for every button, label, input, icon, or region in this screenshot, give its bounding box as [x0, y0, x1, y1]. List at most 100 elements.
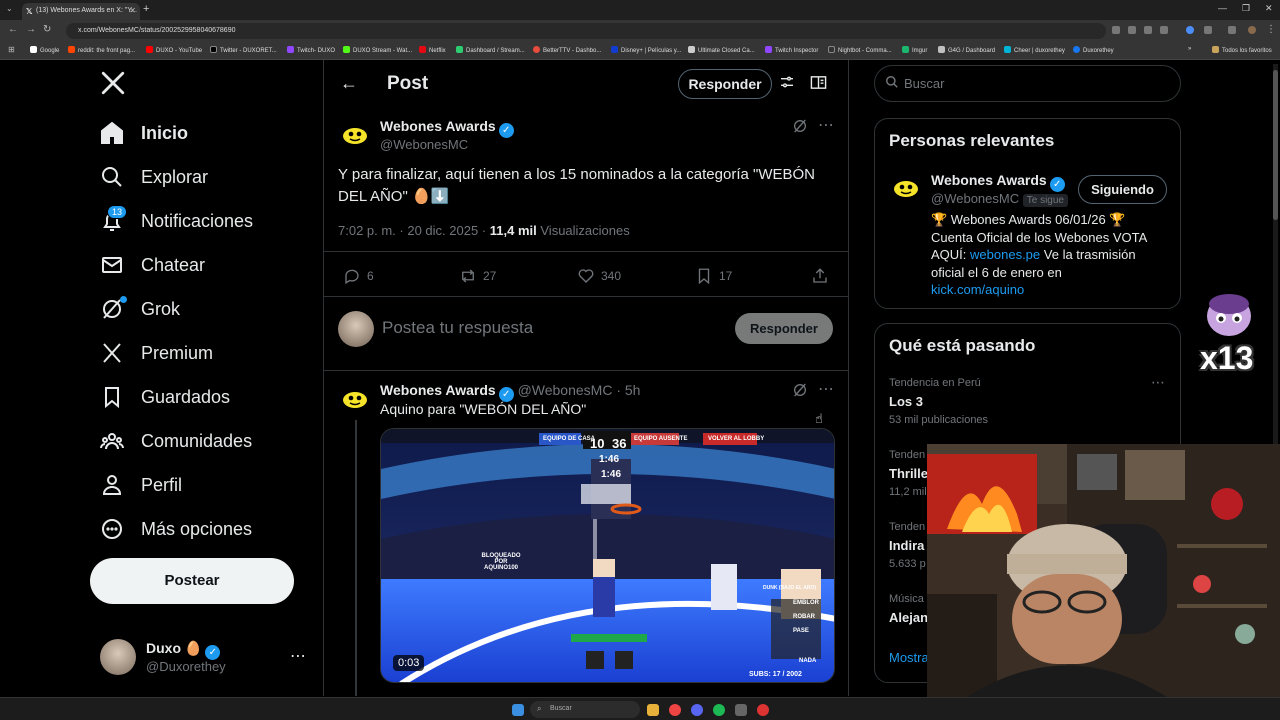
- reply-more-icon[interactable]: ⋯: [818, 379, 834, 399]
- discord-icon[interactable]: [691, 704, 703, 716]
- nav-explore[interactable]: Explorar: [100, 157, 208, 197]
- maximize-icon[interactable]: ❐: [1242, 3, 1250, 14]
- extension-icon[interactable]: [1186, 26, 1194, 34]
- chrome-icon[interactable]: [669, 704, 681, 716]
- taskbar-search-input[interactable]: ⌕ Buscar: [530, 701, 640, 718]
- trend-item[interactable]: Tendencia en Perú Los 3 53 mil publicaci…: [875, 374, 1180, 434]
- nav-profile[interactable]: Perfil: [100, 465, 182, 505]
- sidebar-icon[interactable]: [1228, 26, 1236, 34]
- author-name-link[interactable]: Webones Awards ✓: [380, 118, 514, 138]
- app-icon[interactable]: [735, 704, 747, 716]
- zoom-icon[interactable]: [1144, 26, 1152, 34]
- extension-icon[interactable]: [1112, 26, 1120, 34]
- tab-close-icon[interactable]: ✕: [129, 6, 136, 15]
- nav-more-options[interactable]: Más opciones: [100, 509, 252, 549]
- extensions-puzzle-icon[interactable]: [1204, 26, 1212, 34]
- file-explorer-icon[interactable]: [647, 704, 659, 716]
- show-more-link[interactable]: Mostra: [889, 650, 929, 665]
- url-field[interactable]: x.com/WebonesMC/status/20025299580406786…: [66, 23, 1106, 39]
- bookmarks-overflow-icon[interactable]: »: [1188, 46, 1191, 52]
- bookmark-item[interactable]: Twitch- DUXO: [287, 46, 335, 54]
- bookmark-item[interactable]: Nightbot - Comma...: [828, 46, 892, 54]
- relevant-handle[interactable]: @WebonesMC: [931, 191, 1019, 206]
- avatar[interactable]: [100, 639, 136, 675]
- account-more-icon[interactable]: ⋯: [290, 646, 306, 666]
- filter-sliders-icon[interactable]: [779, 74, 795, 95]
- bookmark-item[interactable]: Cheer | duxorethey: [1004, 46, 1065, 54]
- nav-premium[interactable]: Premium: [100, 333, 213, 373]
- bookmark-item[interactable]: BetterTTV - Dashbo...: [533, 46, 601, 54]
- reader-view-icon[interactable]: [810, 74, 827, 96]
- avatar[interactable]: [338, 311, 374, 347]
- bookmark-item[interactable]: Netflix: [419, 46, 446, 54]
- x-logo-icon[interactable]: [100, 70, 126, 101]
- bookmark-item[interactable]: DUXO - YouTube: [146, 46, 202, 54]
- post-timestamp[interactable]: 7:02 p. m. · 20 dic. 2025 ·: [338, 223, 486, 238]
- nav-bookmarks[interactable]: Guardados: [100, 377, 230, 417]
- bookmark-item[interactable]: Twitter - DUXORET...: [210, 46, 277, 54]
- scrollbar-thumb[interactable]: [1273, 70, 1278, 220]
- reply-author-line[interactable]: Webones Awards ✓ @WebonesMC · 5h: [380, 382, 640, 402]
- reload-icon[interactable]: ↻: [43, 24, 51, 35]
- reply-submit-button[interactable]: Responder: [735, 313, 833, 344]
- bookmark-action[interactable]: 17: [695, 267, 732, 285]
- like-action[interactable]: 340: [577, 267, 621, 285]
- bookmark-item[interactable]: G4G / Dashboard: [938, 46, 995, 54]
- extension-icon[interactable]: [1128, 26, 1136, 34]
- bookmark-item[interactable]: DUXO Stream - Wat...: [343, 46, 412, 54]
- nav-grok[interactable]: Grok: [100, 289, 180, 329]
- close-window-icon[interactable]: ✕: [1265, 3, 1273, 14]
- minimize-icon[interactable]: —: [1218, 3, 1227, 13]
- following-button[interactable]: Siguiendo: [1078, 175, 1167, 204]
- verified-badge-icon: ✓: [205, 645, 221, 660]
- post-more-icon[interactable]: ⋯: [818, 115, 834, 135]
- new-tab-icon[interactable]: +: [143, 3, 149, 15]
- back-arrow-icon[interactable]: ←: [340, 73, 358, 94]
- share-action[interactable]: [811, 267, 835, 285]
- reply-header-button[interactable]: Responder: [678, 69, 772, 99]
- relevant-name-link[interactable]: Webones Awards ✓: [931, 172, 1065, 192]
- author-handle[interactable]: @WebonesMC: [380, 137, 468, 152]
- browser-menu-icon[interactable]: ⋮: [1266, 24, 1276, 35]
- video-player[interactable]: EQUIPO DE CASA 10 36 EQUIPO AUSENTE VOLV…: [380, 428, 835, 683]
- repost-action[interactable]: 27: [459, 267, 496, 285]
- grok-explain-icon[interactable]: [792, 382, 808, 403]
- bookmark-item[interactable]: Duxorethey: [1073, 46, 1114, 54]
- windows-start-icon[interactable]: [512, 704, 524, 716]
- bookmark-item[interactable]: Disney+ | Películas y...: [611, 46, 681, 54]
- search-input[interactable]: Buscar: [874, 65, 1181, 102]
- nav-communities[interactable]: Comunidades: [100, 421, 252, 461]
- reply-author-avatar[interactable]: [338, 382, 372, 416]
- all-bookmarks-folder[interactable]: Todos los favoritos: [1212, 46, 1272, 54]
- reply-action[interactable]: 6: [343, 267, 374, 285]
- spotify-icon[interactable]: [713, 704, 725, 716]
- bookmark-item[interactable]: Imgur: [902, 46, 927, 54]
- reply-compose-input[interactable]: Postea tu respuesta: [382, 318, 533, 338]
- trend-more-icon[interactable]: ⋯: [1151, 374, 1165, 391]
- bookmark-item[interactable]: Twitch Inspector: [765, 46, 818, 54]
- nav-home[interactable]: Inicio: [100, 113, 188, 153]
- nav-label: Chatear: [141, 254, 206, 275]
- share-icon[interactable]: [1160, 26, 1168, 34]
- repost-count: 27: [483, 269, 497, 283]
- nav-chat[interactable]: Chatear: [100, 245, 205, 285]
- profile-avatar-icon[interactable]: [1248, 26, 1256, 34]
- bookmark-item[interactable]: Ultimate Closed Ca...: [688, 46, 755, 54]
- bookmark-item[interactable]: Google: [30, 46, 59, 54]
- browser-tab[interactable]: 𝕏 (13) Webones Awards en X: "Y... ✕: [22, 3, 140, 20]
- tab-search-icon[interactable]: ⌄: [6, 4, 13, 13]
- bio-link[interactable]: kick.com/aquino: [931, 281, 1171, 299]
- bio-link[interactable]: webones.pe: [970, 247, 1040, 262]
- account-switcher[interactable]: Duxo 🥚 ✓: [146, 640, 221, 660]
- forward-icon[interactable]: →: [26, 24, 36, 35]
- back-icon[interactable]: ←: [8, 24, 18, 35]
- apps-grid-icon[interactable]: ⊞: [8, 45, 15, 54]
- grok-explain-icon[interactable]: [792, 118, 808, 139]
- app-icon[interactable]: [757, 704, 769, 716]
- author-avatar[interactable]: [338, 118, 372, 152]
- relevant-avatar[interactable]: [889, 171, 923, 205]
- hud-action: ROBAR: [793, 614, 815, 620]
- post-button[interactable]: Postear: [90, 558, 294, 604]
- bookmark-item[interactable]: Dashboard / Stream...: [456, 46, 525, 54]
- bookmark-item[interactable]: reddit: the front pag...: [68, 46, 135, 54]
